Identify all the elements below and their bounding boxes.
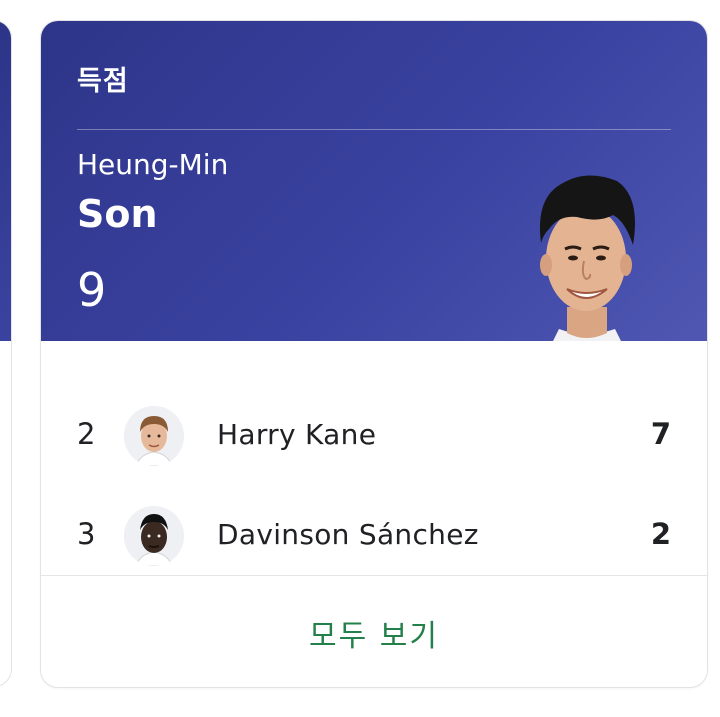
player-rank: 3: [77, 517, 96, 551]
player-name: Davinson Sánchez: [217, 518, 479, 551]
hero-divider: [77, 129, 671, 130]
see-all-link[interactable]: 모두 보기: [41, 611, 707, 655]
leader-last-name: Son: [77, 192, 158, 236]
player-goal-count: 7: [650, 417, 671, 451]
leader-goal-count: 9: [77, 263, 107, 317]
player-avatar-icon: [124, 506, 184, 566]
stage: 득점 Heung-Min Son 9 2 Harry Kane 7 3 Davi…: [0, 0, 720, 717]
previous-stat-card[interactable]: [0, 20, 12, 687]
player-rank: 2: [77, 417, 96, 451]
player-goal-count: 2: [650, 517, 671, 551]
list-item[interactable]: 2 Harry Kane 7: [41, 401, 707, 471]
card-title: 득점: [77, 66, 129, 97]
footer-divider: [41, 575, 707, 576]
leader-hero: 득점 Heung-Min Son 9: [41, 21, 707, 341]
top-scorers-card: 득점 Heung-Min Son 9 2 Harry Kane 7 3 Davi…: [40, 20, 708, 688]
scorers-list: 2 Harry Kane 7 3 Davinson Sánchez 2: [41, 341, 707, 575]
player-avatar-icon: [124, 406, 184, 466]
player-avatar: [124, 406, 184, 466]
previous-card-header: [0, 21, 11, 341]
player-name: Harry Kane: [217, 418, 377, 451]
leader-first-name: Heung-Min: [77, 148, 229, 181]
leader-player-photo: [539, 175, 635, 341]
player-avatar: [124, 506, 184, 566]
list-item[interactable]: 3 Davinson Sánchez 2: [41, 501, 707, 571]
